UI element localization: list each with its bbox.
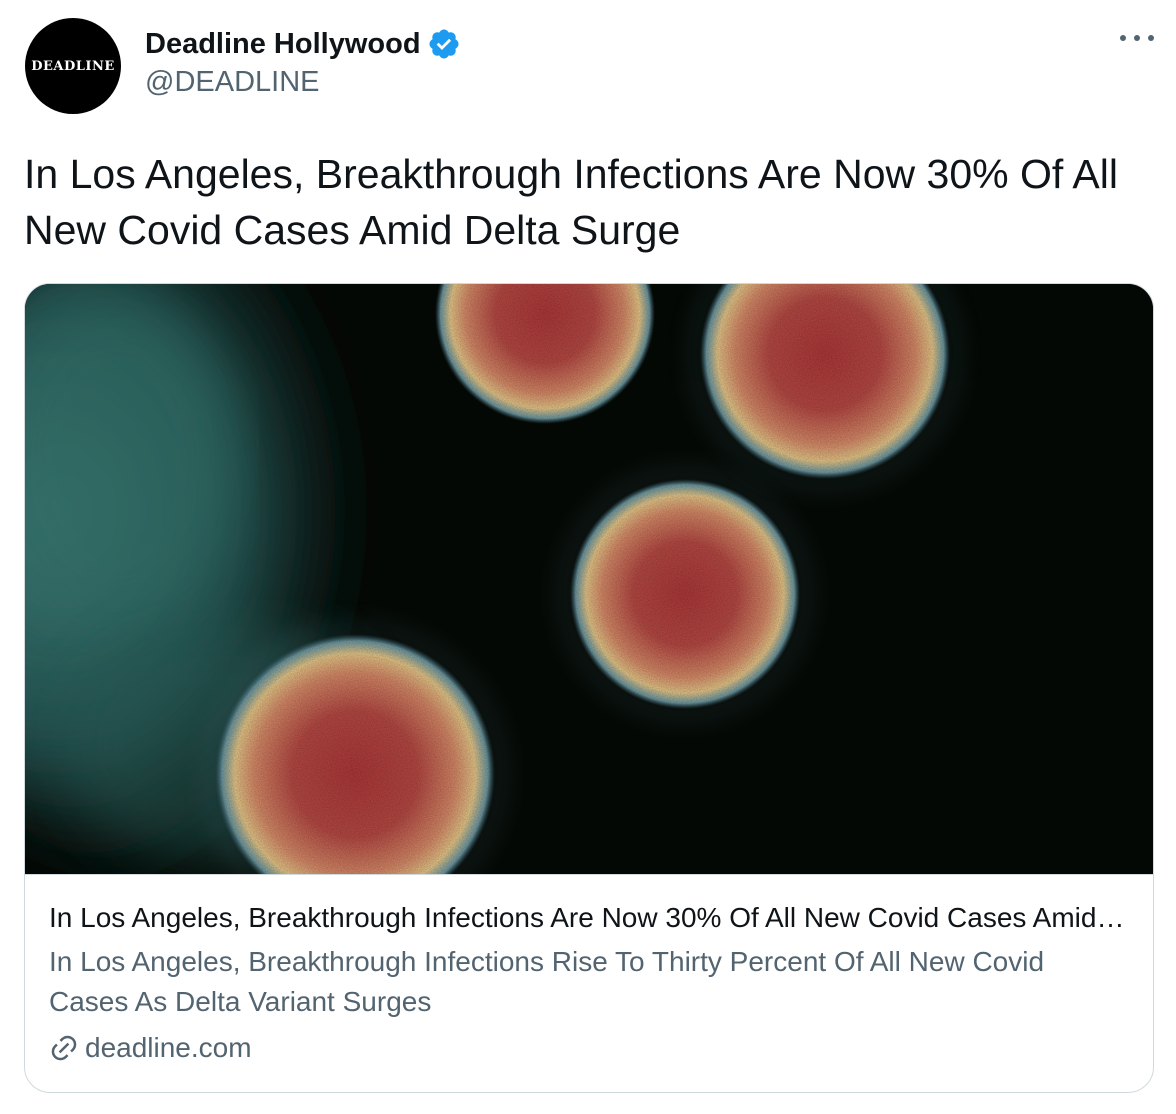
card-title: In Los Angeles, Breakthrough Infections … <box>49 902 1129 933</box>
name-row: Deadline Hollywood <box>145 26 461 62</box>
card-domain-text: deadline.com <box>85 1032 252 1063</box>
tweet-header: DEADLINE Deadline Hollywood @DEADLINE <box>25 18 1154 118</box>
more-horizontal-icon[interactable] <box>1120 28 1154 48</box>
tweet[interactable]: DEADLINE Deadline Hollywood @DEADLINE In… <box>0 0 1176 1114</box>
display-name[interactable]: Deadline Hollywood <box>145 28 421 61</box>
link-icon <box>49 1033 79 1063</box>
verified-badge-icon <box>427 27 461 61</box>
card-body: In Los Angeles, Breakthrough Infections … <box>49 898 1129 1070</box>
card-domain: deadline.com <box>49 1026 1129 1070</box>
avatar-logo-text: DEADLINE <box>31 58 115 74</box>
card-description: In Los Angeles, Breakthrough Infections … <box>49 946 1045 1017</box>
user-handle[interactable]: @DEADLINE <box>145 66 461 99</box>
coronavirus-microscope-image[interactable] <box>25 284 1153 875</box>
avatar[interactable]: DEADLINE <box>25 18 121 114</box>
link-card[interactable]: In Los Angeles, Breakthrough Infections … <box>24 283 1154 1093</box>
tweet-text: In Los Angeles, Breakthrough Infections … <box>24 151 1118 253</box>
user-info: Deadline Hollywood @DEADLINE <box>145 26 461 99</box>
